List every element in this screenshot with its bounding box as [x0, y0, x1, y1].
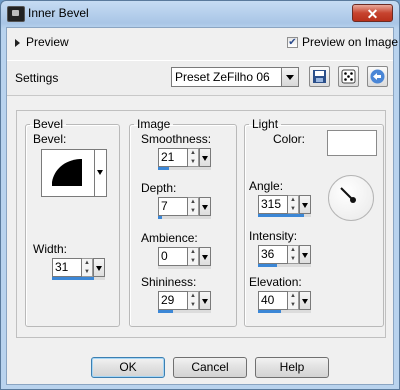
reset-icon [370, 69, 385, 84]
depth-slider[interactable] [158, 216, 211, 219]
spin-up-down-icon[interactable]: ▲ ▼ [82, 258, 93, 277]
elevation-slider[interactable] [258, 310, 311, 313]
shininess-input[interactable]: 29 [158, 291, 188, 310]
help-button[interactable]: Help [255, 357, 329, 378]
inner-bevel-dialog: Inner Bevel ✕ Preview ✔ Preview on Image… [0, 0, 400, 390]
depth-label: Depth: [141, 181, 177, 195]
angle-slider-dropdown[interactable] [299, 195, 311, 214]
shininess-label: Shininess: [141, 275, 197, 289]
ambience-slider[interactable] [158, 266, 211, 269]
spin-up-down-icon[interactable]: ▲ ▼ [288, 291, 299, 310]
width-input[interactable]: 31 [52, 258, 82, 277]
intensity-input[interactable]: 36 [258, 245, 288, 264]
spin-up-down-icon[interactable]: ▲ ▼ [188, 197, 199, 216]
bevel-shape-preview[interactable] [41, 149, 95, 197]
spin-up-down-icon[interactable]: ▲ ▼ [188, 247, 199, 266]
light-color-swatch[interactable] [327, 130, 377, 156]
angle-dial[interactable] [328, 175, 374, 221]
image-group-label: Image [137, 117, 171, 131]
randomize-button[interactable] [338, 66, 359, 87]
smoothness-slider-dropdown[interactable] [199, 148, 211, 167]
ambience-input[interactable]: 0 [158, 247, 188, 266]
shininess-slider-fill [158, 310, 174, 313]
bevel-group-label: Bevel [33, 117, 64, 131]
spin-up-down-icon[interactable]: ▲ ▼ [188, 148, 199, 167]
angle-slider[interactable] [258, 214, 311, 217]
width-slider-fill [52, 277, 95, 280]
app-icon [7, 6, 25, 22]
ambience-slider-dropdown[interactable] [199, 247, 211, 266]
angle-input[interactable]: 315 [258, 195, 288, 214]
settings-label: Settings [15, 71, 59, 85]
depth-slider-dropdown[interactable] [199, 197, 211, 216]
smoothness-input[interactable]: 21 [158, 148, 188, 167]
intensity-label: Intensity: [249, 229, 298, 243]
dialog-client-area: Preview ✔ Preview on Image Settings Pres… [6, 27, 398, 385]
window-title: Inner Bevel [28, 6, 89, 20]
smoothness-slider-fill [158, 167, 170, 170]
reset-button[interactable] [367, 66, 388, 87]
save-preset-button[interactable] [309, 66, 330, 87]
shininess-slider[interactable] [158, 310, 211, 313]
ok-button[interactable]: OK [91, 357, 165, 378]
expand-triangle-icon [15, 38, 20, 47]
dice-icon [341, 69, 356, 84]
angle-label: Angle: [249, 179, 284, 193]
cancel-button[interactable]: Cancel [173, 357, 247, 378]
title-bar[interactable]: Inner Bevel ✕ [1, 1, 399, 27]
intensity-slider-dropdown[interactable] [299, 245, 311, 264]
width-slider-dropdown[interactable] [93, 258, 105, 277]
color-label: Color: [273, 132, 306, 146]
preview-on-image-checkbox[interactable]: ✔ [287, 37, 298, 48]
ambience-label: Ambience: [141, 231, 198, 245]
smoothness-slider[interactable] [158, 167, 211, 170]
options-panel: Bevel Bevel: Width: 31 ▲ ▼ Image Smoothne… [16, 110, 386, 338]
width-label: Width: [33, 242, 68, 256]
width-slider[interactable] [52, 277, 105, 280]
spin-up-down-icon[interactable]: ▲ ▼ [288, 245, 299, 264]
elevation-slider-fill [258, 310, 282, 313]
preview-on-image-label: Preview on Image [302, 35, 399, 49]
light-group-label: Light [252, 117, 279, 131]
preview-label: Preview [26, 35, 69, 49]
settings-bar: Settings Preset ZeFilho 06 [7, 60, 393, 96]
close-button[interactable]: ✕ [352, 4, 393, 22]
angle-slider-fill [258, 214, 305, 217]
intensity-slider-fill [258, 264, 278, 267]
spin-up-down-icon[interactable]: ▲ ▼ [188, 291, 199, 310]
depth-input[interactable]: 7 [158, 197, 188, 216]
intensity-slider[interactable] [258, 264, 311, 267]
smoothness-label: Smoothness: [141, 132, 212, 146]
depth-slider-fill [158, 216, 162, 219]
preset-select[interactable]: Preset ZeFilho 06 [171, 67, 299, 87]
close-icon: ✕ [366, 6, 379, 22]
spin-up-down-icon[interactable]: ▲ ▼ [288, 195, 299, 214]
shininess-slider-dropdown[interactable] [199, 291, 211, 310]
save-icon [313, 70, 326, 83]
chevron-down-icon[interactable] [281, 68, 298, 86]
elevation-label: Elevation: [249, 275, 302, 289]
preset-value: Preset ZeFilho 06 [175, 70, 270, 84]
angle-dial-needle-icon [340, 187, 356, 203]
bevel-shape-dropdown[interactable] [95, 149, 107, 197]
elevation-input[interactable]: 40 [258, 291, 288, 310]
checkmark-icon: ✔ [288, 37, 297, 48]
bevel-label: Bevel: [33, 132, 67, 146]
preview-toggle[interactable]: Preview [15, 35, 69, 49]
bevel-shape-icon [52, 159, 82, 186]
elevation-slider-dropdown[interactable] [299, 291, 311, 310]
